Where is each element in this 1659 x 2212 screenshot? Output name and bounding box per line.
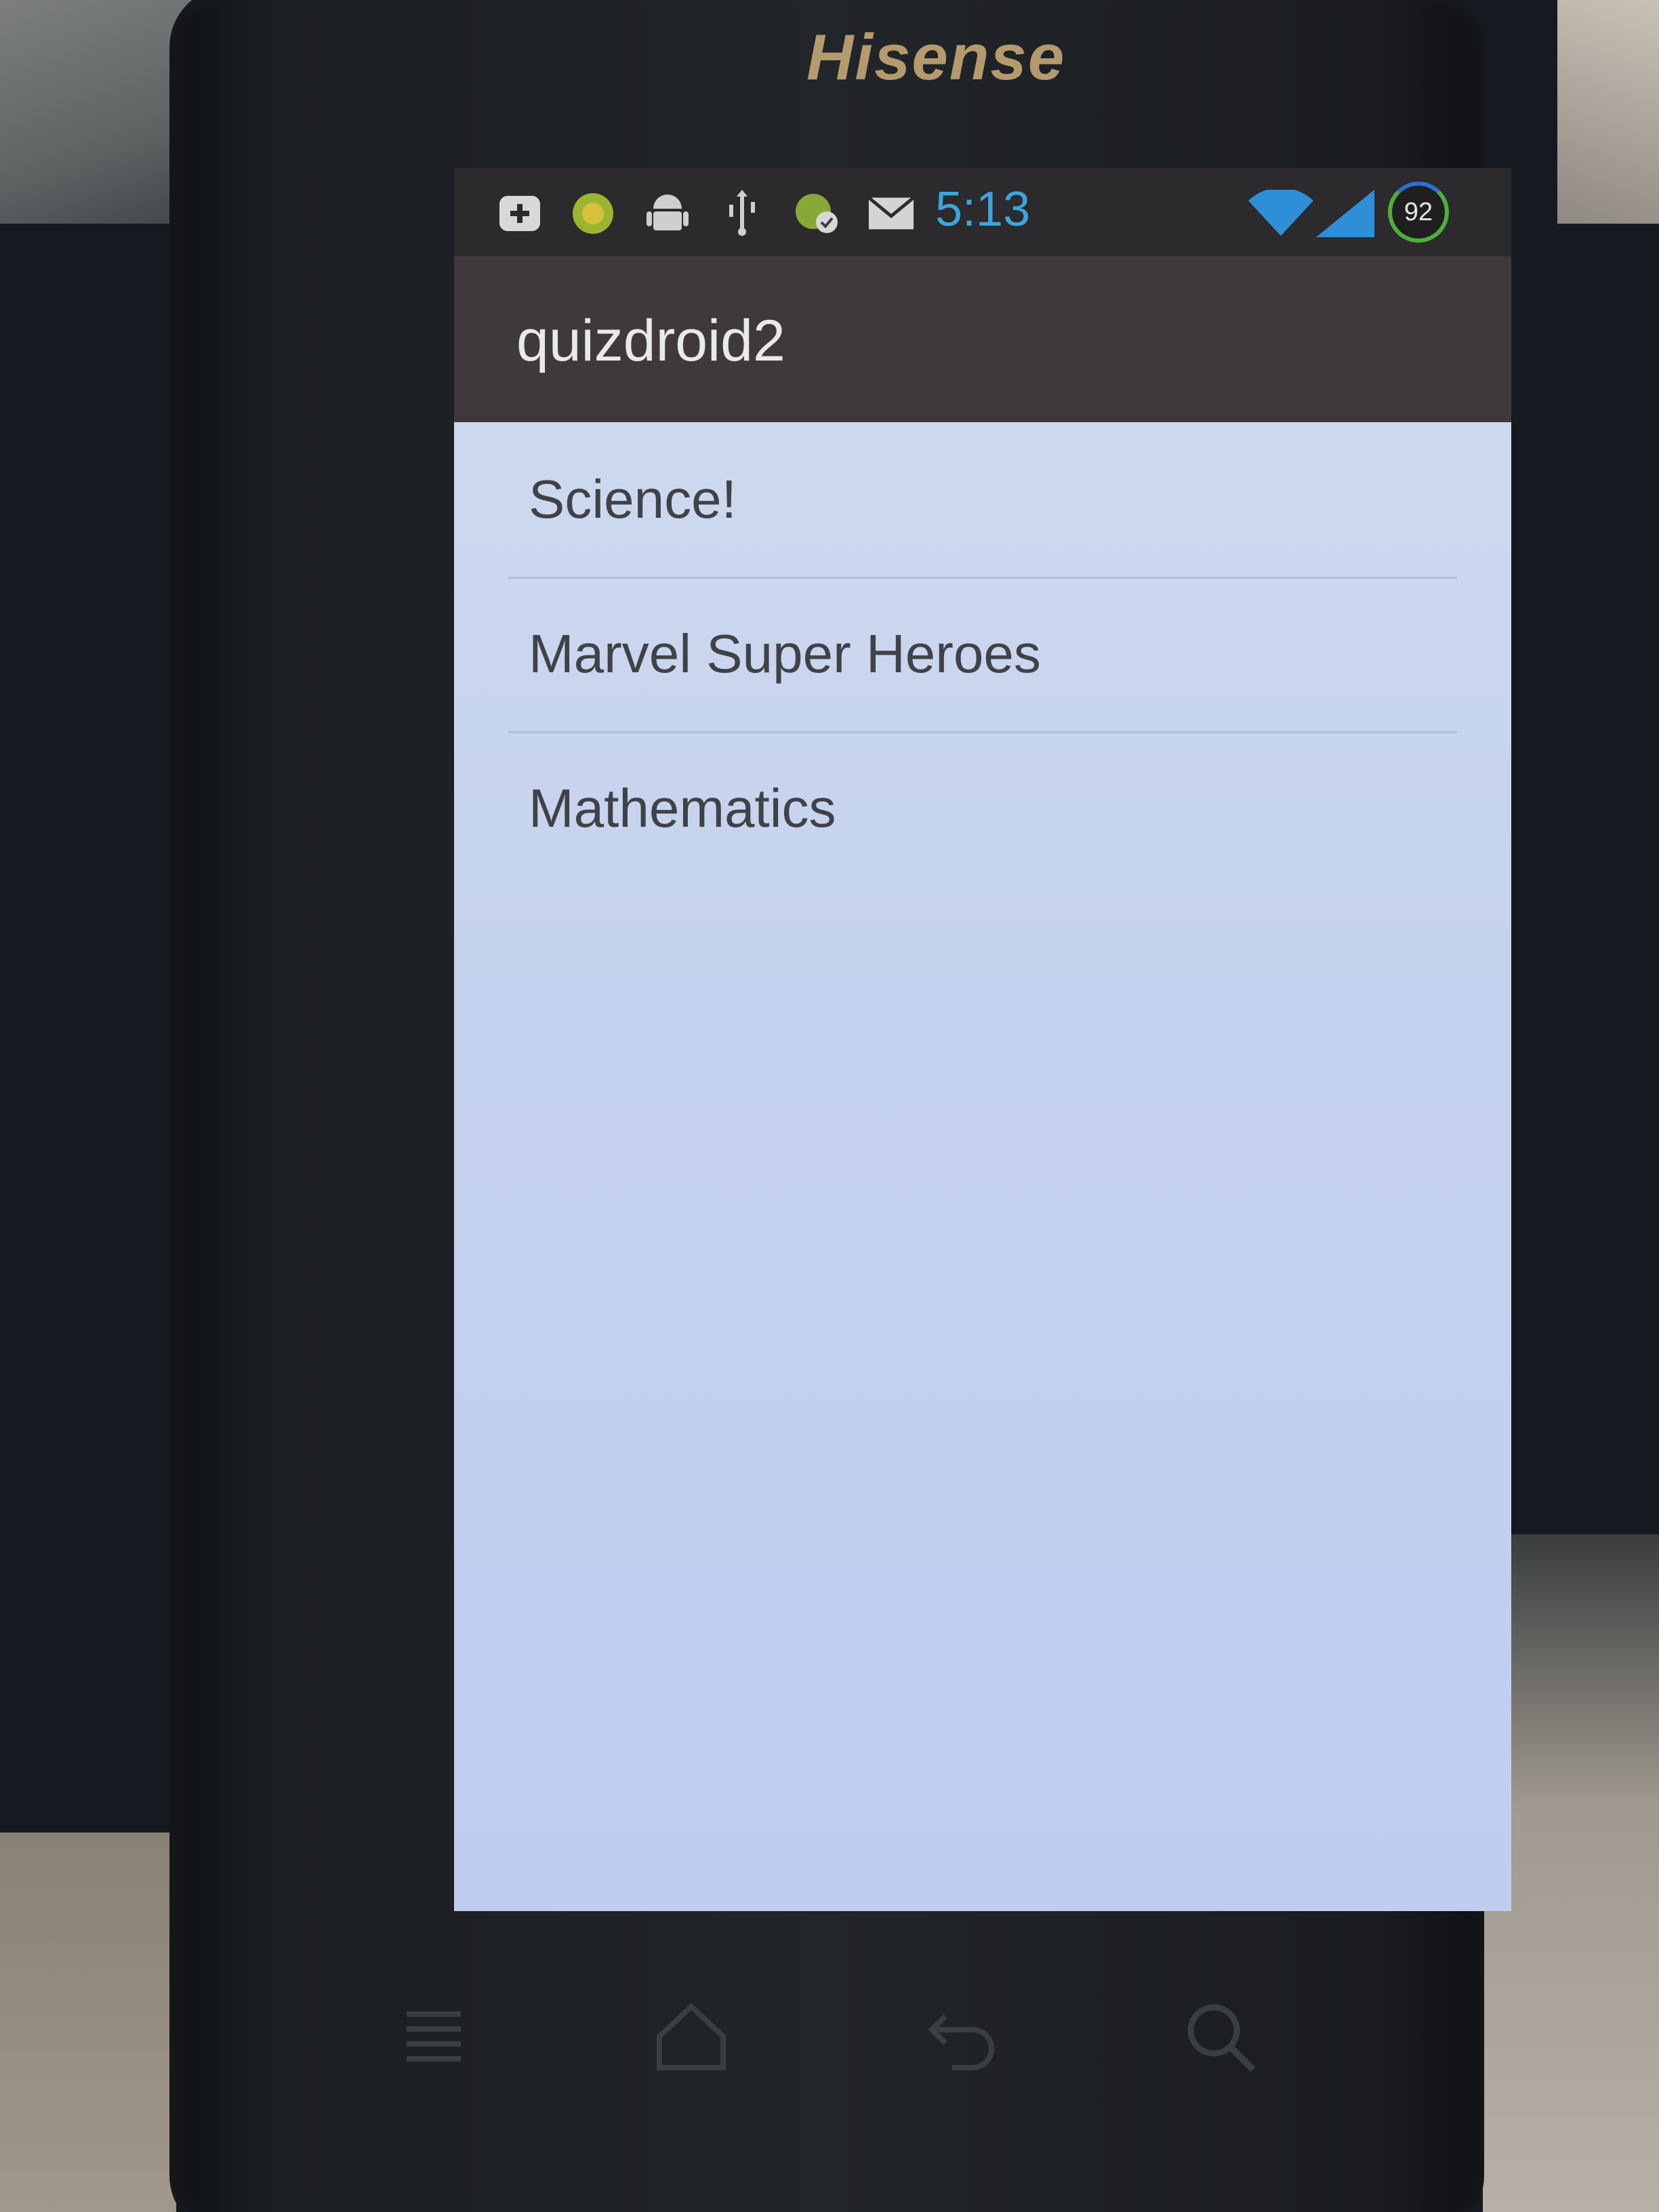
wifi-icon — [1247, 190, 1315, 237]
status-bar: 5:13 92 — [454, 168, 1511, 256]
menu-icon[interactable] — [393, 1996, 474, 2077]
usb-icon — [718, 190, 766, 237]
background-surface — [0, 1832, 176, 2212]
battery-icon: 92 — [1388, 182, 1449, 243]
status-clock: 5:13 — [935, 182, 1031, 237]
background-surface — [1557, 0, 1659, 224]
add-box-icon — [496, 190, 544, 237]
phone-body: Hisense 5:13 92 quizdroid2 Science! Marv… — [169, 0, 1511, 2212]
cell-signal-icon — [1315, 190, 1376, 237]
action-bar: quizdroid2 — [454, 256, 1511, 422]
brand-logo: Hisense — [806, 21, 1066, 94]
list-item-label: Mathematics — [529, 778, 836, 838]
list-item-marvel-super-heroes[interactable]: Marvel Super Heroes — [508, 577, 1457, 733]
app-title: quizdroid2 — [516, 308, 785, 373]
home-icon[interactable] — [651, 1996, 732, 2077]
list-item-label: Marvel Super Heroes — [529, 623, 1041, 684]
quiz-list: Science! Marvel Super Heroes Mathematics — [454, 422, 1511, 1911]
sync-icon — [793, 190, 840, 237]
mail-icon — [867, 190, 915, 237]
battery-level: 92 — [1404, 197, 1433, 226]
back-icon[interactable] — [922, 1996, 1003, 2077]
list-item-science[interactable]: Science! — [508, 422, 1457, 579]
search-icon[interactable] — [1179, 1996, 1261, 2077]
android-debug-icon — [644, 190, 691, 237]
list-item-mathematics[interactable]: Mathematics — [508, 731, 1457, 886]
android-market-icon — [569, 190, 617, 237]
phone-screen: 5:13 92 quizdroid2 Science! Marvel Super… — [454, 168, 1511, 1911]
list-item-label: Science! — [529, 469, 737, 529]
